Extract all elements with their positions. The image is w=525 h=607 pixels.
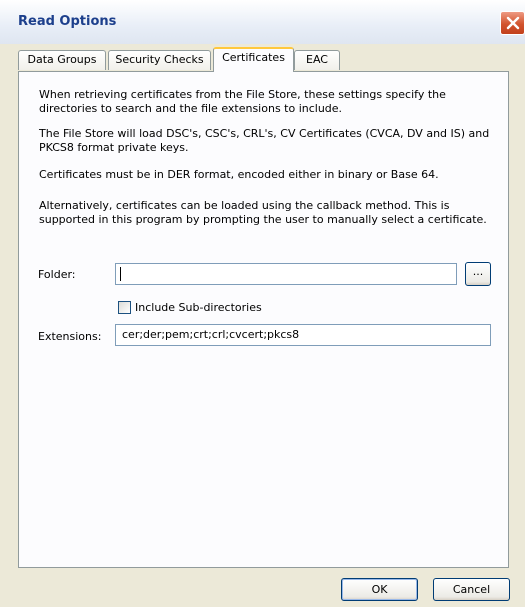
read-options-dialog: Read Options Data Groups Security Checks… [0,0,525,607]
close-button[interactable] [500,11,525,35]
include-subdirs-checkbox[interactable] [118,301,131,314]
folder-input[interactable] [115,263,457,285]
window-title: Read Options [18,14,117,29]
browse-folder-button[interactable]: ... [465,262,491,286]
title-bar[interactable]: Read Options [0,0,525,44]
tab-security-checks[interactable]: Security Checks [108,50,211,70]
ok-button[interactable]: OK [341,578,418,601]
tab-data-groups[interactable]: Data Groups [18,50,106,70]
extensions-value: cer;der;pem;crt;crl;cvcert;pkcs8 [122,328,300,341]
tab-certificates[interactable]: Certificates [213,47,294,72]
include-subdirs-label[interactable]: Include Sub-directories [135,301,262,314]
extensions-input[interactable]: cer;der;pem;crt;crl;cvcert;pkcs8 [115,324,491,346]
der-paragraph: Certificates must be in DER format, enco… [39,168,439,181]
text-caret [120,267,121,281]
intro-paragraph: When retrieving certificates from the Fi… [39,88,446,115]
callback-paragraph: Alternatively, certificates can be loade… [39,199,487,226]
extensions-label: Extensions: [38,330,102,343]
certificates-panel: When retrieving certificates from the Fi… [18,71,509,568]
close-icon [506,16,520,30]
tab-eac[interactable]: EAC [294,50,340,70]
cancel-button[interactable]: Cancel [433,578,510,601]
formats-paragraph: The File Store will load DSC's, CSC's, C… [39,127,490,154]
folder-label: Folder: [38,268,76,281]
